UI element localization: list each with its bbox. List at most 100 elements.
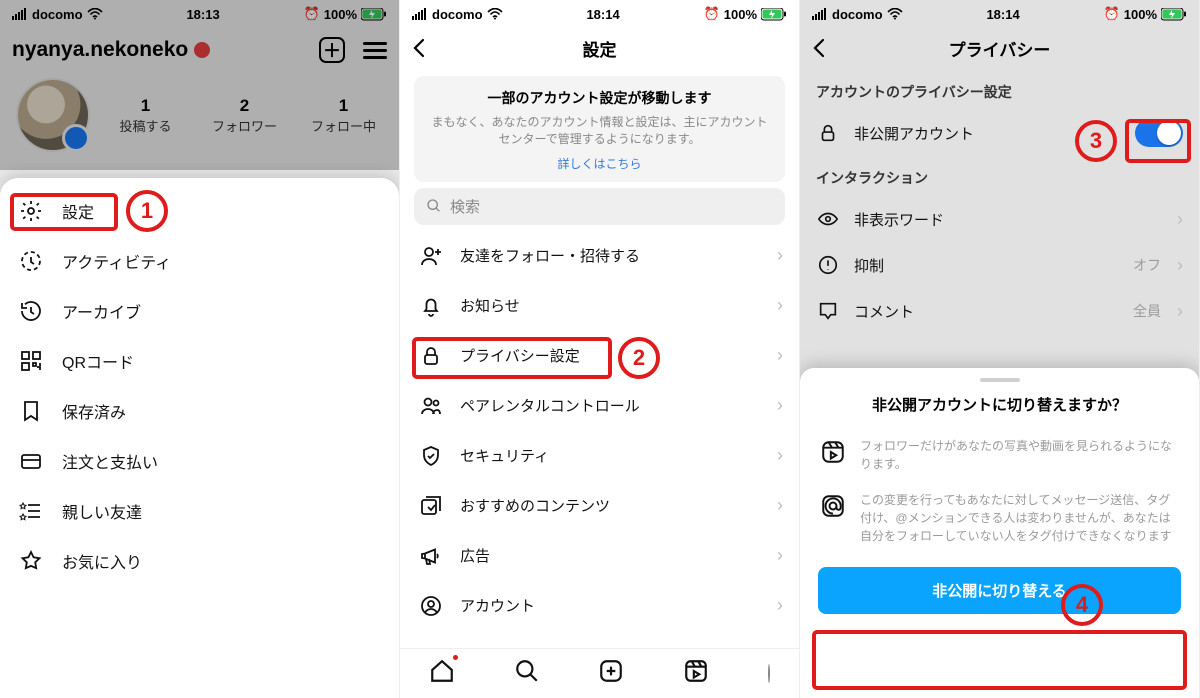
annotation-callout-1: 1 — [126, 190, 168, 232]
chevron-right-icon: › — [777, 495, 783, 516]
status-bar: docomo 18:14 ⏰ 100% — [800, 0, 1199, 26]
battery-icon — [1161, 8, 1187, 21]
page-title: 設定 — [583, 36, 617, 61]
alert-icon — [816, 254, 840, 276]
back-button[interactable] — [408, 26, 432, 70]
menu-orders[interactable]: 注文と支払い — [0, 436, 399, 486]
battery-icon — [761, 8, 787, 21]
back-button[interactable] — [808, 26, 832, 70]
list-star-icon — [18, 499, 44, 523]
menu-label: 保存済み — [62, 399, 126, 423]
search-icon — [426, 198, 442, 214]
battery-percent: 100% — [324, 7, 357, 22]
button-label: 非公開に切り替える — [932, 583, 1067, 600]
tab-create[interactable] — [598, 658, 624, 689]
alarm-icon: ⏰ — [1104, 6, 1120, 22]
chevron-right-icon: › — [1177, 301, 1183, 322]
menu-qrcode[interactable]: QRコード — [0, 336, 399, 386]
account-icon — [418, 594, 444, 618]
row-ads[interactable]: 広告 › — [400, 531, 799, 581]
notice-heading: 一部のアカウント設定が移動します — [428, 88, 771, 108]
notification-dot-icon — [194, 42, 210, 58]
switch-private-button[interactable]: 非公開に切り替える — [818, 567, 1181, 614]
row-label: お知らせ — [460, 295, 520, 316]
menu-label: お気に入り — [62, 549, 142, 573]
people-icon — [418, 394, 444, 418]
mention-icon — [820, 491, 846, 545]
media-icon — [418, 494, 444, 518]
row-label: コメント — [854, 301, 914, 322]
signal-icon — [12, 8, 28, 20]
menu-close-friends[interactable]: 親しい友達 — [0, 486, 399, 536]
menu-activity[interactable]: アクティビティ — [0, 236, 399, 286]
person-add-icon — [418, 244, 444, 268]
tab-profile[interactable] — [768, 665, 770, 683]
sheet-handle[interactable] — [980, 378, 1020, 382]
stat-following[interactable]: 1 フォロー中 — [300, 96, 387, 135]
clock: 18:13 — [186, 7, 219, 22]
status-bar: docomo 18:14 ⏰ 100% — [400, 0, 799, 26]
wifi-icon — [487, 8, 503, 20]
alarm-icon: ⏰ — [304, 6, 320, 22]
row-suggested-content[interactable]: おすすめのコンテンツ › — [400, 481, 799, 531]
row-parental[interactable]: ペアレンタルコントロール › — [400, 381, 799, 431]
reels-icon — [820, 437, 846, 473]
avatar[interactable] — [16, 78, 90, 152]
stat-posts[interactable]: 1 投稿する — [102, 96, 189, 135]
annotation-callout-4: 4 — [1061, 584, 1103, 626]
annotation-box-1 — [10, 193, 118, 231]
menu-archive[interactable]: アーカイブ — [0, 286, 399, 336]
qrcode-icon — [18, 349, 44, 373]
menu-label: 注文と支払い — [62, 449, 158, 473]
row-security[interactable]: セキュリティ › — [400, 431, 799, 481]
tab-reels[interactable] — [683, 658, 709, 689]
battery-icon — [361, 8, 387, 21]
notice-link[interactable]: 詳しくはこちら — [428, 155, 771, 172]
lock-icon — [816, 122, 840, 144]
chevron-right-icon: › — [777, 445, 783, 466]
star-icon — [18, 549, 44, 573]
signal-icon — [412, 8, 428, 20]
search-input[interactable]: 検索 — [414, 188, 785, 225]
row-label: 非表示ワード — [854, 209, 944, 230]
row-label: 広告 — [460, 545, 490, 566]
search-placeholder: 検索 — [450, 196, 480, 217]
hamburger-menu-button[interactable] — [363, 42, 387, 59]
tab-home[interactable] — [429, 658, 455, 689]
account-center-notice[interactable]: 一部のアカウント設定が移動します まもなく、あなたのアカウント情報と設定は、主に… — [414, 76, 785, 182]
annotation-box-3 — [1125, 119, 1191, 163]
shield-icon — [418, 444, 444, 468]
page-header: 設定 — [400, 26, 799, 70]
sheet-info-1: フォロワーだけがあなたの写真や動画を見られるようになります。 — [860, 437, 1179, 473]
chevron-right-icon: › — [777, 295, 783, 316]
create-post-button[interactable]: ＋ — [319, 37, 345, 63]
annotation-box-4 — [812, 630, 1187, 690]
settings-list: 友達をフォロー・招待する › お知らせ › プライバシー設定 › ペアレンタルコ… — [400, 229, 799, 633]
stat-followers[interactable]: 2 フォロワー — [201, 96, 288, 135]
row-notifications[interactable]: お知らせ › — [400, 281, 799, 331]
carrier-label: docomo — [832, 7, 883, 22]
bottom-tabbar — [400, 648, 799, 698]
tab-search[interactable] — [514, 658, 540, 689]
section-account-privacy: アカウントのプライバシー設定 — [800, 70, 1199, 110]
username-dropdown[interactable]: nyanya.nekoneko — [12, 38, 210, 62]
chevron-right-icon: › — [777, 345, 783, 366]
row-limits[interactable]: 抑制 オフ › — [800, 242, 1199, 288]
row-label: セキュリティ — [460, 445, 549, 466]
menu-saved[interactable]: 保存済み — [0, 386, 399, 436]
phone-screen-3: docomo 18:14 ⏰ 100% プライバシー アカウントのプライバシー設… — [800, 0, 1200, 698]
chevron-right-icon: › — [777, 595, 783, 616]
row-comments[interactable]: コメント 全員 › — [800, 288, 1199, 334]
chevron-right-icon: › — [777, 395, 783, 416]
alarm-icon: ⏰ — [704, 6, 720, 22]
carrier-label: docomo — [32, 7, 83, 22]
bookmark-icon — [18, 399, 44, 423]
row-meta: オフ — [1133, 255, 1161, 275]
row-account[interactable]: アカウント › — [400, 581, 799, 631]
row-invite-friends[interactable]: 友達をフォロー・招待する › — [400, 231, 799, 281]
page-header: プライバシー — [800, 26, 1199, 70]
menu-favorites[interactable]: お気に入り — [0, 536, 399, 586]
menu-label: 親しい友達 — [62, 499, 142, 523]
annotation-callout-3: 3 — [1075, 120, 1117, 162]
row-hidden-words[interactable]: 非表示ワード › — [800, 196, 1199, 242]
